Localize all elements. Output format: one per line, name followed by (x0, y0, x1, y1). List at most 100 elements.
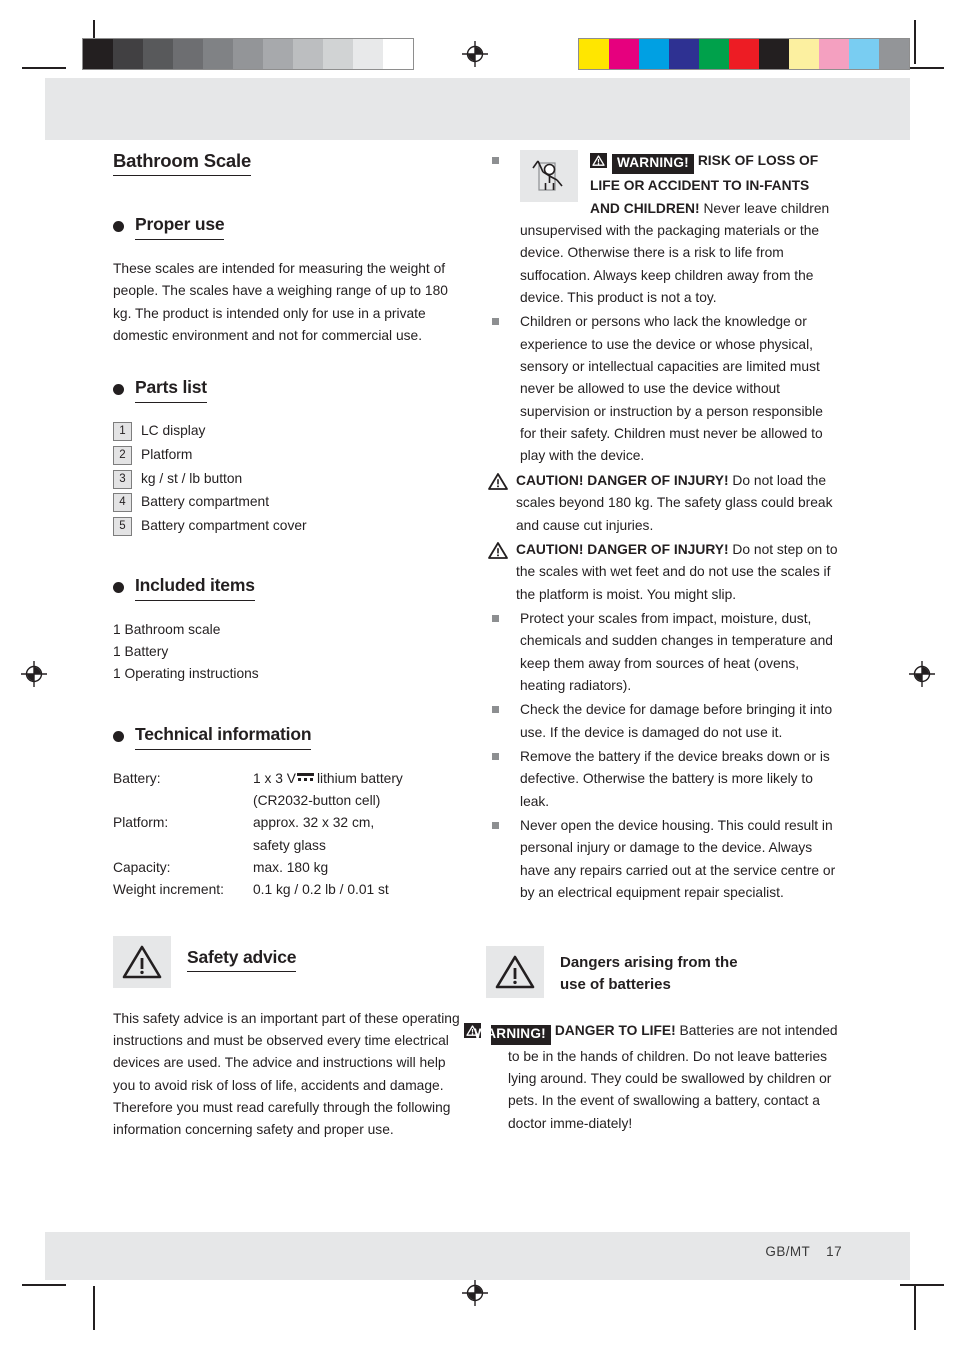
table-row: Battery: 1 x 3 V lithium battery (113, 768, 468, 790)
list-item: 1 Operating instructions (113, 666, 259, 682)
square-bullet-icon (492, 821, 499, 829)
right-column: WARNING! RISK OF LOSS OF LIFE OR ACCIDENT… (464, 150, 842, 1135)
color-swatch (759, 39, 789, 69)
warning-item-children-or-persons: Children or persons who lack the knowled… (486, 311, 842, 467)
table-row: Platform: approx. 32 x 32 cm, (113, 812, 468, 834)
color-swatch (639, 39, 669, 69)
spec-value: max. 180 kg (253, 859, 329, 875)
grayscale-swatch (383, 39, 413, 69)
bullet-dot-icon (113, 221, 124, 233)
warning-body-text: Children or persons who lack the knowled… (520, 314, 823, 464)
color-swatch (699, 39, 729, 69)
part-label: Platform (141, 447, 193, 462)
spec-key: Battery: (113, 770, 161, 786)
battery-heading-line1: Dangers arising from the (560, 954, 738, 972)
spec-key: Platform: (113, 815, 169, 831)
part-number-badge: 2 (113, 445, 132, 465)
grayscale-swatch (233, 39, 263, 69)
table-row: Capacity: max. 180 kg (113, 857, 468, 879)
warning-item-caution-wet-feet: CAUTION! DANGER OF INJURY! Do not step o… (486, 539, 842, 606)
warning-triangle-icon (113, 935, 171, 988)
spec-value-continued: (CR2032-button cell) (253, 792, 381, 808)
spec-value: 1 x 3 V lithium battery (253, 768, 468, 790)
section-heading-technical-information: Technical information (113, 724, 468, 750)
grayscale-swatch (203, 39, 233, 69)
warning-triangle-small-icon (590, 153, 607, 175)
crop-mark-bottom-right-h (900, 1284, 944, 1286)
warning-body-text: Remove the battery if the device breaks … (520, 748, 830, 809)
footer-locale: GB/MT (765, 1244, 811, 1259)
proper-use-paragraph: These scales are intended for measuring … (113, 261, 448, 344)
list-item: 4 Battery compartment (113, 492, 468, 513)
warning-triangle-icon (486, 946, 544, 999)
grayscale-calibration-bar (82, 38, 414, 70)
caution-triangle-icon (487, 472, 509, 498)
part-label: Battery compartment cover (141, 518, 307, 534)
grayscale-swatch (143, 39, 173, 69)
color-swatch (579, 39, 609, 69)
spec-value-post: lithium battery (316, 770, 403, 786)
grayscale-swatch (293, 39, 323, 69)
warning-item-never-open-housing: Never open the device housing. This coul… (486, 815, 842, 904)
section-heading-proper-use: Proper use (113, 214, 468, 241)
list-item: 5 Battery compartment cover (113, 516, 468, 537)
warning-item-risk-of-loss-of-life: WARNING! RISK OF LOSS OF LIFE OR ACCIDENT… (486, 150, 842, 309)
part-label: LC display (141, 423, 206, 439)
battery-danger-paragraph: WARNING! DANGER TO LIFE! Batteries are no… (464, 1020, 842, 1135)
grayscale-swatch (263, 39, 293, 69)
section-heading-safety-advice: Safety advice (113, 935, 468, 988)
warning-body-text: Protect your scales from impact, moistur… (520, 610, 833, 693)
page-title: Bathroom Scale (113, 150, 251, 177)
child-suffocation-icon (520, 150, 578, 202)
safety-advice-paragraph: This safety advice is an important part … (113, 1010, 460, 1138)
bullet-dot-icon (113, 730, 124, 742)
square-bullet-icon (492, 318, 499, 326)
battery-heading: Dangers arising from the use of batterie… (560, 952, 738, 996)
color-swatch (669, 39, 699, 69)
spec-value: 0.1 kg / 0.2 lb / 0.01 st (253, 882, 389, 898)
included-items-list: 1 Bathroom scale 1 Battery 1 Operating i… (113, 619, 468, 686)
warning-body-text: Never leave children unsupervised with t… (520, 200, 830, 306)
grayscale-swatch (173, 39, 203, 69)
battery-bold-lead: DANGER TO LIFE! (554, 1023, 676, 1039)
part-number-badge: 3 (113, 469, 132, 489)
part-label: Battery compartment (141, 494, 270, 510)
battery-body-text: Batteries are not intended to be in the … (508, 1023, 838, 1131)
heading-text: Safety advice (187, 947, 296, 973)
page-header-band (45, 78, 910, 140)
crop-mark-bottom-left-v (93, 1286, 95, 1330)
warning-bold-lead: CAUTION! DANGER OF INJURY! (516, 541, 729, 557)
heading-text: Technical information (135, 724, 312, 750)
spec-key: Weight increment: (113, 882, 224, 898)
warning-item-check-device: Check the device for damage before bring… (486, 699, 842, 744)
color-swatch (789, 39, 819, 69)
parts-list: 1 LC display 2 Platform 3 kg / st / lb b… (113, 421, 468, 536)
section-heading-battery-dangers: Dangers arising from the use of batterie… (486, 946, 842, 999)
square-bullet-icon (492, 752, 499, 760)
part-number-badge: 1 (113, 422, 132, 442)
caution-triangle-icon (487, 541, 509, 567)
spec-value-continued: safety glass (253, 837, 326, 853)
square-bullet-icon (492, 706, 499, 714)
part-number-badge: 4 (113, 493, 132, 513)
color-swatch (609, 39, 639, 69)
heading-text: Included items (135, 575, 255, 601)
footer-page-number: 17 (826, 1244, 842, 1259)
list-item: 1 Bathroom scale (113, 621, 221, 637)
table-row: Weight increment: 0.1 kg / 0.2 lb / 0.01… (113, 879, 468, 901)
warning-item-remove-battery: Remove the battery if the device breaks … (486, 746, 842, 813)
dc-voltage-icon (296, 773, 314, 782)
spec-value-pre: 1 x 3 V (253, 770, 296, 786)
bullet-dot-icon (113, 384, 124, 396)
registration-crosshair-icon-right (909, 661, 935, 687)
crop-mark-top-right-v (914, 20, 916, 64)
warning-badge: WARNING! (590, 153, 694, 175)
warnings-list: WARNING! RISK OF LOSS OF LIFE OR ACCIDENT… (486, 150, 842, 904)
heading-text: Parts list (135, 377, 207, 404)
warning-body-text: Check the device for damage before bring… (520, 702, 833, 740)
section-heading-parts-list: Parts list (113, 377, 468, 404)
color-calibration-bar (578, 38, 910, 70)
warning-badge-label: WARNING! (474, 1024, 551, 1045)
grayscale-swatch (113, 39, 143, 69)
grayscale-swatch (83, 39, 113, 69)
